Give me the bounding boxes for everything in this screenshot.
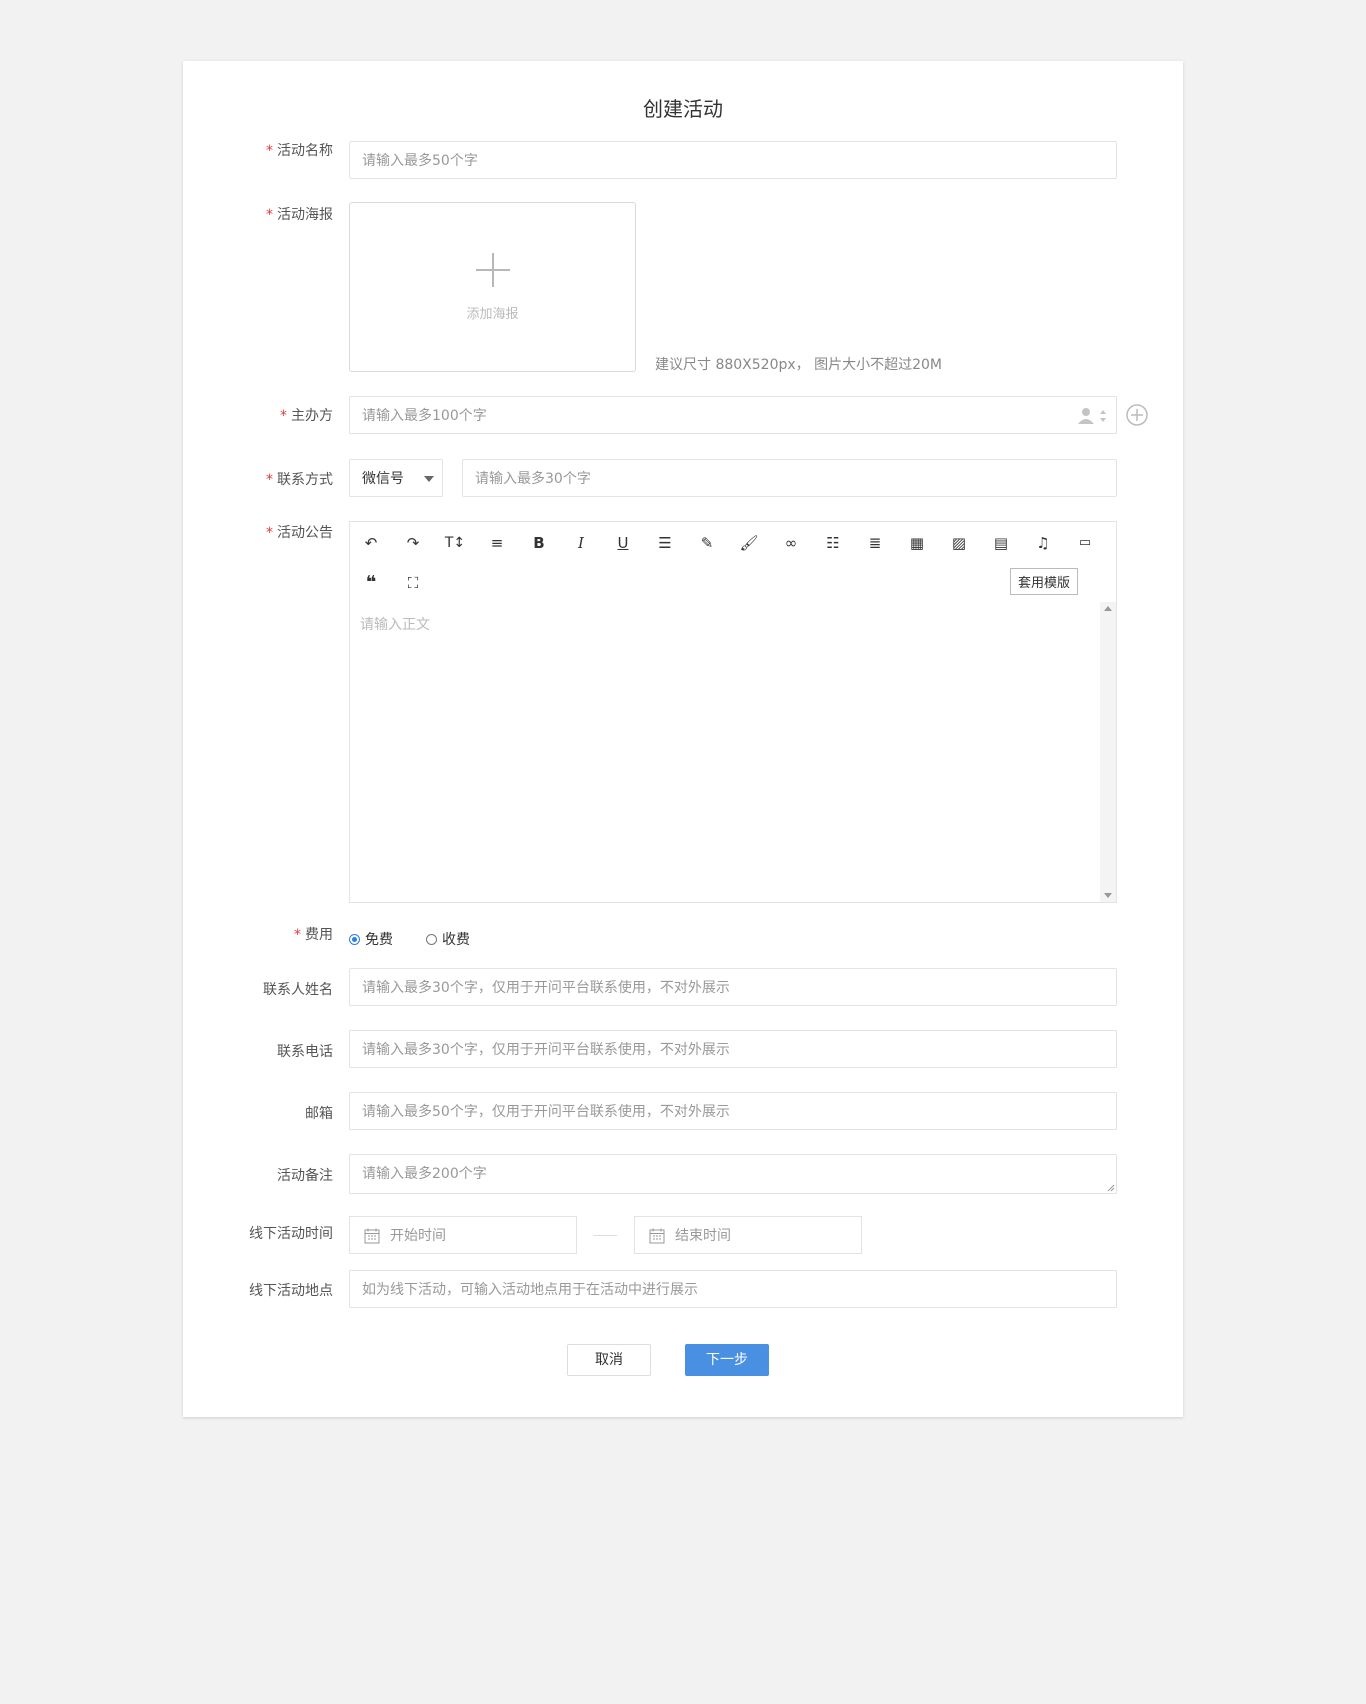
offline-place-label: 线下活动地点 bbox=[249, 1283, 333, 1299]
brush-icon[interactable]: 🖌 bbox=[738, 532, 760, 554]
notice-editor: ↶ ↷ T↕ ≡ B I U ☰ ✎ 🖌 ∞ ☷ ≣ ▦ ▨ ▤ ♫ ▭ ❝ ⛶… bbox=[349, 521, 1117, 903]
resize-handle-icon[interactable] bbox=[1107, 1184, 1115, 1192]
editor-placeholder[interactable]: 请输入正文 bbox=[360, 614, 430, 634]
email-input[interactable]: 请输入最多50个字，仅用于开问平台联系使用，不对外展示 bbox=[349, 1092, 1117, 1130]
apply-template-button[interactable]: 套用模版 bbox=[1010, 568, 1079, 595]
fee-paid-radio[interactable]: 收费 bbox=[426, 929, 470, 949]
add-organizer-icon[interactable] bbox=[1126, 404, 1148, 426]
phone-input[interactable]: 请输入最多30个字，仅用于开问平台联系使用，不对外展示 bbox=[349, 1030, 1117, 1068]
radio-unchecked-icon bbox=[426, 933, 437, 945]
remark-label: 活动备注 bbox=[277, 1168, 333, 1184]
contact-input[interactable]: 请输入最多30个字 bbox=[462, 459, 1117, 497]
table-icon[interactable]: ▦ bbox=[906, 532, 928, 554]
organizer-label: * 主办方 bbox=[280, 408, 333, 424]
contact-name-label: 联系人姓名 bbox=[263, 982, 333, 998]
page-title: 创建活动 bbox=[643, 97, 723, 121]
link-icon[interactable]: ∞ bbox=[780, 532, 802, 554]
video-icon[interactable]: ▤ bbox=[990, 532, 1012, 554]
user-select-icon[interactable] bbox=[1076, 407, 1110, 425]
file-icon[interactable]: ▭ bbox=[1074, 532, 1096, 554]
start-time-picker[interactable]: 开始时间 bbox=[349, 1216, 577, 1254]
email-label: 邮箱 bbox=[305, 1106, 333, 1122]
undo-icon[interactable]: ↶ bbox=[360, 532, 382, 554]
time-range-separator bbox=[593, 1235, 617, 1236]
align-icon[interactable]: ≣ bbox=[864, 532, 886, 554]
bold-icon[interactable]: B bbox=[528, 532, 550, 554]
radio-checked-icon bbox=[349, 933, 360, 945]
cancel-button[interactable]: 取消 bbox=[567, 1344, 651, 1376]
poster-uploader[interactable]: 添加海报 bbox=[349, 202, 636, 372]
contact-label: * 联系方式 bbox=[266, 472, 333, 488]
calendar-icon bbox=[364, 1228, 380, 1244]
organizer-input[interactable]: 请输入最多100个字 bbox=[349, 396, 1117, 434]
remark-textarea[interactable]: 请输入最多200个字 bbox=[349, 1154, 1117, 1194]
underline-icon[interactable]: U bbox=[612, 532, 634, 554]
quote-icon[interactable]: ❝ bbox=[360, 572, 382, 594]
bullet-list-icon[interactable]: ☷ bbox=[822, 532, 844, 554]
fee-label: * 费用 bbox=[294, 927, 333, 943]
indent-icon[interactable]: ☰ bbox=[654, 532, 676, 554]
activity-name-input[interactable]: 请输入最多50个字 bbox=[349, 141, 1117, 179]
chevron-down-icon bbox=[424, 476, 434, 482]
plus-icon bbox=[476, 253, 510, 287]
contact-name-input[interactable]: 请输入最多30个字，仅用于开问平台联系使用，不对外展示 bbox=[349, 968, 1117, 1006]
phone-label: 联系电话 bbox=[277, 1044, 333, 1060]
image-icon[interactable]: ▨ bbox=[948, 532, 970, 554]
font-size-icon[interactable]: T↕ bbox=[444, 532, 466, 554]
offline-place-input[interactable]: 如为线下活动，可输入活动地点用于在活动中进行展示 bbox=[349, 1270, 1117, 1308]
offline-time-label: 线下活动时间 bbox=[249, 1226, 333, 1242]
scroll-up-icon[interactable] bbox=[1104, 606, 1112, 611]
name-label: * 活动名称 bbox=[266, 143, 333, 159]
create-activity-card: 创建活动 * 活动名称 请输入最多50个字 * 活动海报 添加海报 建议尺寸 880… bbox=[183, 61, 1183, 1417]
calendar-icon bbox=[649, 1228, 665, 1244]
upload-text: 添加海报 bbox=[466, 307, 519, 322]
pen-icon[interactable]: ✎ bbox=[696, 532, 718, 554]
redo-icon[interactable]: ↷ bbox=[402, 532, 424, 554]
poster-label: * 活动海报 bbox=[266, 207, 333, 223]
end-time-picker[interactable]: 结束时间 bbox=[634, 1216, 862, 1254]
scroll-down-icon[interactable] bbox=[1104, 893, 1112, 898]
fullscreen-icon[interactable]: ⛶ bbox=[402, 572, 424, 594]
fee-free-radio[interactable]: 免费 bbox=[349, 929, 393, 949]
editor-scrollbar[interactable] bbox=[1100, 602, 1116, 902]
contact-type-select[interactable]: 微信号 bbox=[349, 459, 443, 497]
notice-label: * 活动公告 bbox=[266, 525, 333, 541]
audio-icon[interactable]: ♫ bbox=[1032, 532, 1054, 554]
poster-hint: 建议尺寸 880X520px， 图片大小不超过20M bbox=[655, 357, 942, 373]
line-height-icon[interactable]: ≡ bbox=[486, 532, 508, 554]
next-step-button[interactable]: 下一步 bbox=[685, 1344, 769, 1376]
italic-icon[interactable]: I bbox=[570, 532, 592, 554]
